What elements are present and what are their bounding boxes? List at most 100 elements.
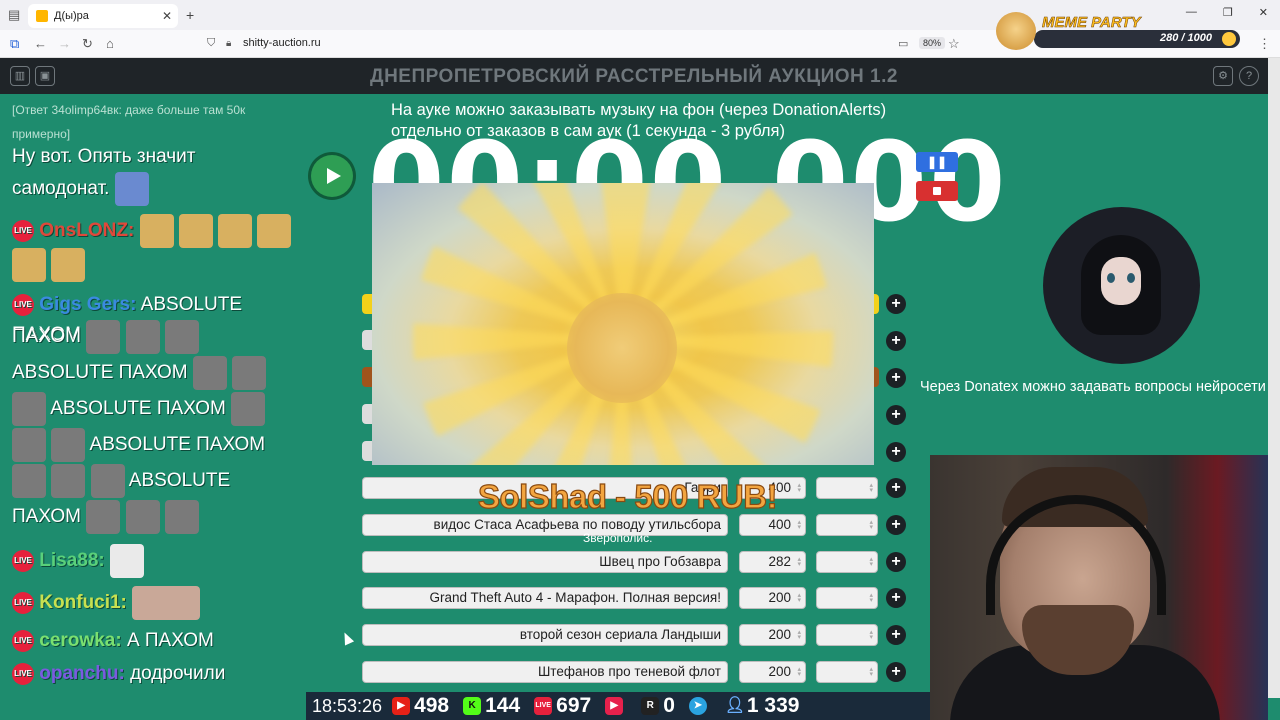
chat-message: LIVE Konfuci1: [12, 586, 292, 620]
spinner-icon[interactable]: ▴ ▾ [797, 666, 801, 678]
pakhom-emote-icon [192, 356, 227, 390]
lot-amount-field[interactable]: 282 ▴ ▾ [739, 551, 806, 573]
meme-party-progress-bar: 280 / 1000 [1034, 30, 1240, 48]
page-title: ДНЕПРОПЕТРОВСКИЙ РАССТРЕЛЬНЫЙ АУКЦИОН 1.… [370, 66, 898, 87]
spinner-icon[interactable]: ▴ ▾ [869, 556, 873, 568]
viewers-count: 1 339 [746, 694, 800, 717]
home-icon[interactable]: ⌂ [106, 36, 114, 51]
meme-party-progress: 280 / 1000 [1160, 32, 1212, 44]
viewers-icon: 👤︎ [724, 697, 746, 714]
chat-nick: Gigs Gers: [39, 294, 137, 315]
lot-amount-field[interactable]: 200 ▴ ▾ [739, 624, 806, 646]
lot-name-field[interactable]: Grand Theft Auto 4 - Марафон. Полная вер… [362, 587, 728, 609]
lot-name-field[interactable]: второй сезон сериала Ландыши [362, 624, 728, 646]
lock-icon[interactable]: 🔒︎ [226, 38, 231, 49]
pakhom-emote-icon [125, 500, 160, 534]
spinner-icon[interactable]: ▴ ▾ [869, 482, 873, 494]
stop-timer-button[interactable] [916, 181, 958, 201]
spinner-icon[interactable]: ▴ ▾ [797, 519, 801, 531]
meme-party-title: MEME PARTY [1042, 14, 1141, 32]
sidebar-icon[interactable]: ⧉ [10, 36, 19, 52]
chat-nick: opanchu: [39, 663, 125, 684]
add-lot-button[interactable]: + [886, 515, 906, 535]
add-lot-button[interactable]: + [886, 368, 906, 388]
lot-add-amount-field[interactable]: ▴ ▾ [816, 514, 878, 536]
santa-emote-icon [139, 214, 174, 248]
pakhom-emote-icon [86, 500, 121, 534]
pakhom-emote-icon [90, 464, 125, 498]
r-icon: R [641, 697, 660, 715]
spinner-icon[interactable]: ▴ ▾ [797, 592, 801, 604]
rutube-play-icon: ▶ [605, 697, 624, 715]
add-lot-button[interactable]: + [886, 588, 906, 608]
zoom-level[interactable]: 80% [919, 37, 946, 49]
live-badge-icon: LIVE [12, 220, 34, 242]
help-icon[interactable]: ? [1239, 66, 1259, 86]
chat-message-text: Ну вот. Опять значит самодонат. [12, 146, 196, 200]
lot-name-field[interactable]: Швец про Гобзавра [362, 551, 728, 573]
add-lot-button[interactable]: + [886, 478, 906, 498]
spinner-icon[interactable]: ▴ ▾ [797, 482, 801, 494]
forward-icon[interactable]: → [58, 36, 71, 51]
screen: ▤ Д(ы)ра ✕ + — ❐ ✕ ⧉ ← → ↻ ⌂ ⛉ 🔒︎ shitty… [0, 0, 1280, 720]
add-lot-button[interactable]: + [886, 331, 906, 351]
reader-icon[interactable]: ▭ [898, 37, 908, 50]
face-emote-icon [132, 586, 201, 620]
lot-name-field[interactable]: видос Стаса Асафьева по поводу утильсбор… [362, 514, 728, 536]
back-icon[interactable]: ← [34, 36, 47, 51]
spinner-icon[interactable]: ▴ ▾ [797, 629, 801, 641]
pakhom-emote-icon [125, 320, 160, 354]
avatar-eye [1107, 273, 1115, 283]
chat-system-message: [Ответ 34olimp64вк: даже больше там 50к … [12, 103, 246, 141]
reload-icon[interactable]: ↻ [82, 36, 93, 52]
spinner-icon[interactable]: ▴ ▾ [797, 556, 801, 568]
lot-amount: 400 [768, 517, 791, 532]
pakhom-emote-icon [164, 320, 199, 354]
close-window-icon[interactable]: ✕ [1259, 6, 1268, 19]
pause-timer-button[interactable]: ❚❚ [916, 152, 958, 172]
spinner-icon[interactable]: ▴ ▾ [869, 666, 873, 678]
donatex-note: Через Donatex можно задавать вопросы ней… [920, 379, 1266, 395]
santa-emote-icon [178, 214, 213, 248]
page-scrollbar[interactable] [1268, 58, 1280, 698]
bookmark-star-icon[interactable]: ☆ [948, 36, 960, 52]
spinner-icon[interactable]: ▴ ▾ [869, 629, 873, 641]
menu-icon[interactable]: ⋮ [1258, 36, 1271, 52]
lot-name-field[interactable]: Штефанов про теневой флот [362, 661, 728, 683]
lot-amount-field[interactable]: 200 ▴ ▾ [739, 661, 806, 683]
browser-tab[interactable]: Д(ы)ра ✕ [28, 4, 178, 28]
lot-amount-field[interactable]: 400 ▴ ▾ [739, 514, 806, 536]
chat-message: LIVE opanchu: додрочили [12, 659, 292, 689]
vtuber-avatar [1043, 207, 1200, 364]
lot-add-amount-field[interactable]: ▴ ▾ [816, 551, 878, 573]
address-bar[interactable]: shitty-auction.ru [243, 37, 321, 49]
pakhom-emote-icon [231, 392, 266, 426]
lot-add-amount-field[interactable]: ▴ ▾ [816, 477, 878, 499]
lot-amount: 282 [768, 554, 791, 569]
add-lot-button[interactable]: + [886, 552, 906, 572]
chat-message: ABSOLUTE ПАХОМ [12, 392, 292, 426]
lot-amount: 200 [768, 590, 791, 605]
play-timer-button[interactable] [311, 155, 353, 197]
lot-add-amount-field[interactable]: ▴ ▾ [816, 624, 878, 646]
lot-amount-field[interactable]: 200 ▴ ▾ [739, 587, 806, 609]
lot-add-amount-field[interactable]: ▴ ▾ [816, 661, 878, 683]
add-lot-button[interactable]: + [886, 405, 906, 425]
stream-stats-bar: 18:53:26 ▶ 498 K 144 LIVE 697 ▶ R0 ➤ 👤︎ 1 33… [306, 692, 930, 720]
tab-overview-icon[interactable]: ▤ [8, 7, 20, 23]
spinner-icon[interactable]: ▴ ▾ [869, 592, 873, 604]
spinner-icon[interactable]: ▴ ▾ [869, 519, 873, 531]
chat-message: LIVE Lisa88: [12, 544, 292, 578]
shield-icon[interactable]: ⛉ [207, 37, 215, 50]
add-lot-button[interactable]: + [886, 662, 906, 682]
close-tab-icon[interactable]: ✕ [162, 9, 172, 23]
lot-add-amount-field[interactable]: ▴ ▾ [816, 587, 878, 609]
chat-nick: OnsLONZ: [39, 220, 135, 242]
donation-video [372, 183, 874, 465]
add-lot-button[interactable]: + [886, 625, 906, 645]
chat-nick: Konfuci1: [39, 592, 127, 614]
new-tab-icon[interactable]: + [186, 7, 194, 23]
add-lot-button[interactable]: + [886, 294, 906, 314]
settings-gear-icon[interactable]: ⚙ [1213, 66, 1233, 86]
add-lot-button[interactable]: + [886, 442, 906, 462]
